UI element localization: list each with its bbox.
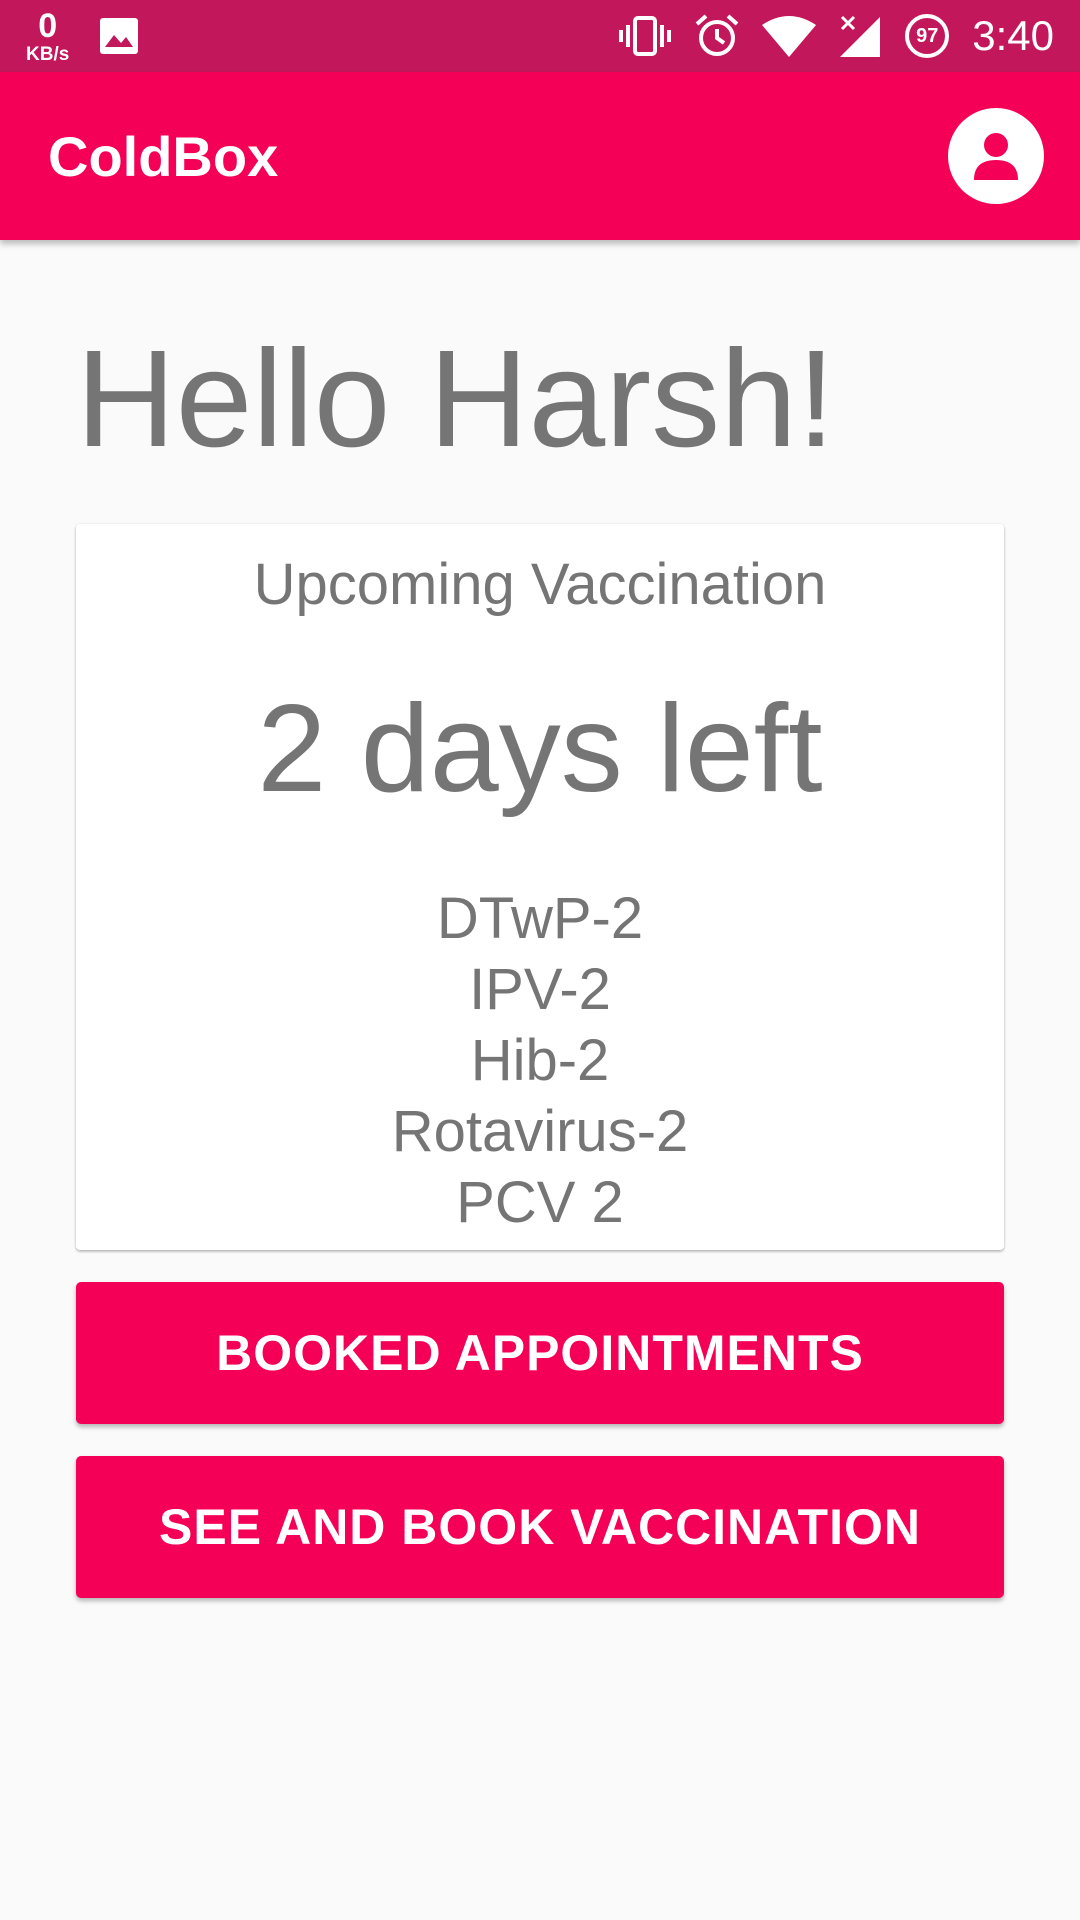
see-and-book-vaccination-button[interactable]: SEE AND BOOK VACCINATION — [76, 1456, 1004, 1598]
vaccine-item: IPV-2 — [469, 956, 611, 1022]
image-icon — [100, 18, 139, 54]
status-time: 3:40 — [972, 12, 1054, 59]
network-speed-indicator: 0 KB/s — [26, 9, 69, 64]
wifi-icon — [762, 16, 817, 57]
vaccine-item: Rotavirus-2 — [391, 1098, 689, 1164]
network-speed-value: 0 — [38, 6, 58, 45]
vaccine-item: PCV 2 — [456, 1169, 624, 1235]
account-icon — [974, 133, 1018, 180]
app-bar: ColdBox — [0, 72, 1080, 240]
status-right-group: 97 3:40 — [618, 12, 1054, 60]
countdown-text: 2 days left — [257, 679, 823, 818]
battery-level: 97 — [916, 25, 939, 47]
greeting-text: Hello Harsh! — [76, 322, 836, 476]
card-title: Upcoming Vaccination — [253, 552, 827, 617]
upcoming-vaccination-card: Upcoming Vaccination 2 days left DTwP-2 … — [76, 524, 1004, 1250]
profile-button[interactable] — [948, 108, 1044, 204]
booked-appointments-button[interactable]: BOOKED APPOINTMENTS — [76, 1282, 1004, 1424]
app-title: ColdBox — [48, 124, 279, 188]
vaccine-list: DTwP-2 IPV-2 Hib-2 Rotavirus-2 PCV 2 — [76, 883, 1004, 1238]
status-bar: 0 KB/s 97 3:40 — [0, 0, 1080, 72]
alarm-icon — [695, 14, 739, 56]
cell-signal-icon — [840, 15, 881, 57]
status-left-group: 0 KB/s — [26, 9, 139, 64]
vibrate-icon — [619, 16, 672, 56]
vaccine-item: Hib-2 — [470, 1027, 610, 1093]
battery-indicator: 97 — [904, 13, 950, 59]
vaccine-item: DTwP-2 — [436, 885, 644, 951]
network-speed-unit: KB/s — [26, 43, 70, 65]
